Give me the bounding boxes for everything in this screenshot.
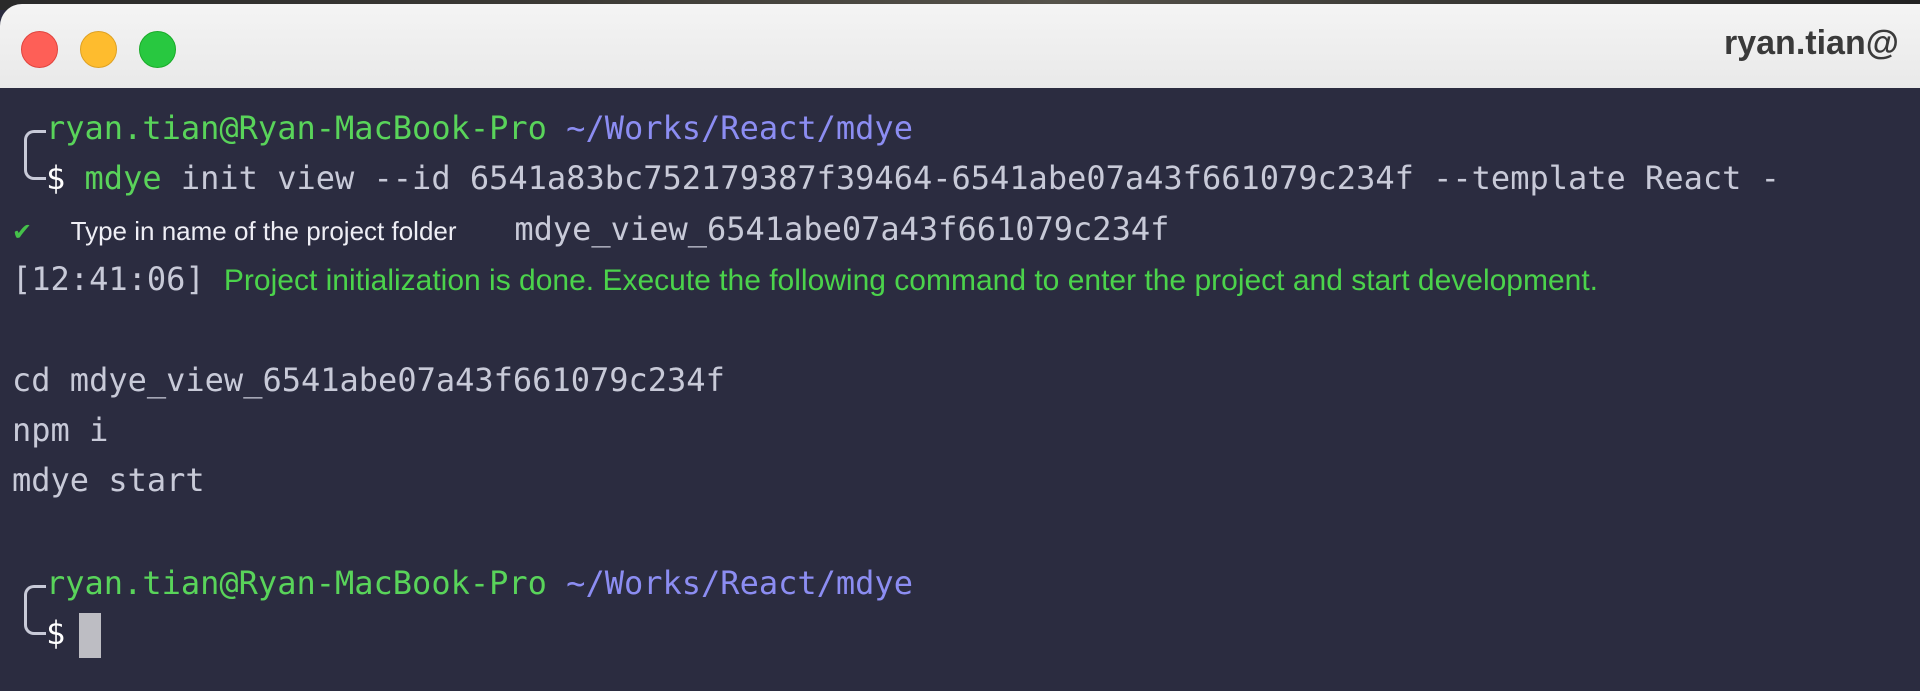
prompt-box-bottom-icon bbox=[12, 153, 46, 203]
user-host: ryan.tian@Ryan-MacBook-Pro bbox=[46, 564, 547, 602]
status-line: [12:41:06] Project initialization is don… bbox=[12, 254, 1598, 304]
instruction-line: cd mdye_view_6541abe07a43f661079c234f bbox=[12, 361, 725, 399]
terminal-output[interactable]: ryan.tian@Ryan-MacBook-Pro ~/Works/React… bbox=[0, 88, 1920, 691]
prompt-box-top-icon bbox=[12, 103, 46, 153]
prompt-symbol: $ bbox=[46, 159, 66, 197]
prompt-header-2: ryan.tian@Ryan-MacBook-Pro ~/Works/React… bbox=[12, 558, 913, 608]
instruction-line: npm i bbox=[12, 411, 109, 449]
command-arguments: init view --id 6541a83bc752179387f39464-… bbox=[180, 159, 1780, 197]
current-path: ~/Works/React/mdye bbox=[566, 564, 913, 602]
user-host: ryan.tian@Ryan-MacBook-Pro bbox=[46, 109, 547, 147]
question-line: ✔ Type in name of the project folder mdy… bbox=[12, 204, 1169, 254]
timestamp: [12:41:06] bbox=[12, 260, 205, 298]
minimize-button[interactable] bbox=[80, 31, 117, 68]
command-line-1: $ mdye init view --id 6541a83bc752179387… bbox=[12, 153, 1780, 203]
prompt-box-bottom-icon bbox=[12, 608, 46, 658]
close-button[interactable] bbox=[21, 31, 58, 68]
command-name: mdye bbox=[84, 159, 162, 197]
question-answer: mdye_view_6541abe07a43f661079c234f bbox=[514, 210, 1170, 248]
checkmark-icon: ✔ bbox=[12, 218, 33, 246]
instruction-line: mdye start bbox=[12, 461, 205, 499]
text-cursor bbox=[79, 612, 102, 658]
prompt-header-1: ryan.tian@Ryan-MacBook-Pro ~/Works/React… bbox=[12, 103, 913, 153]
zoom-button[interactable] bbox=[139, 31, 176, 68]
command-line-2[interactable]: $ bbox=[12, 608, 102, 658]
current-path: ~/Works/React/mdye bbox=[566, 109, 913, 147]
status-message: Project initialization is done. Execute … bbox=[223, 264, 1599, 297]
question-label: Type in name of the project folder bbox=[70, 216, 457, 246]
title-bar: ryan.tian@ bbox=[0, 4, 1920, 89]
prompt-box-top-icon bbox=[12, 558, 46, 608]
window-title: ryan.tian@ bbox=[1724, 24, 1899, 62]
terminal-window: ryan.tian@ ryan.tian@Ryan-MacBook-Pro ~/… bbox=[0, 4, 1920, 691]
prompt-symbol: $ bbox=[46, 614, 66, 652]
